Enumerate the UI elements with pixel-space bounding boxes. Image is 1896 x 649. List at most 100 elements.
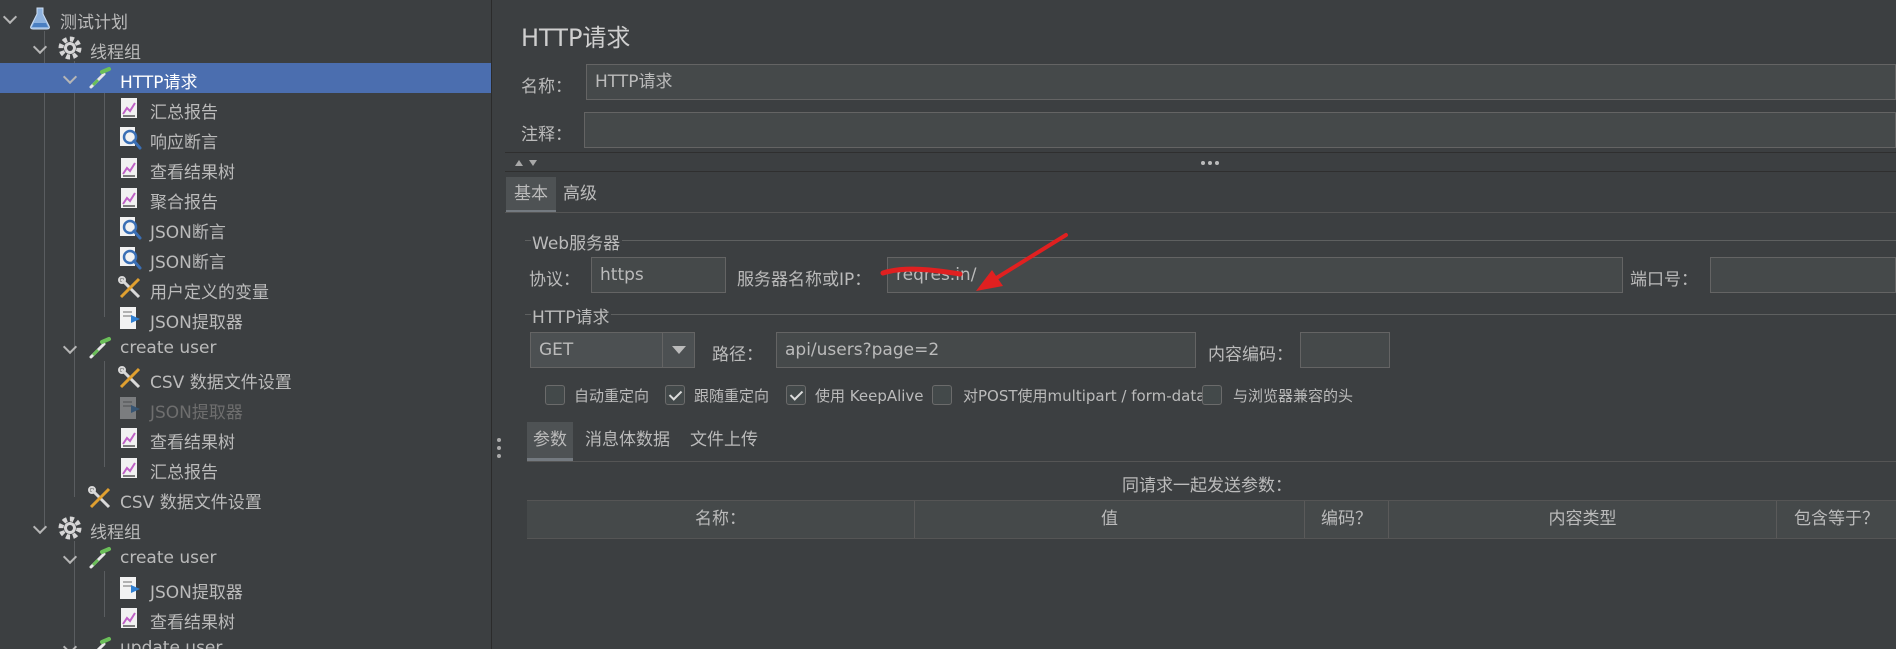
- chevron-down-icon: [672, 346, 686, 354]
- chart-icon: [117, 425, 143, 451]
- keepalive-checkbox[interactable]: [786, 385, 806, 405]
- tree-item[interactable]: 线程组: [0, 33, 491, 63]
- path-field[interactable]: api/users?page=2: [776, 332, 1196, 368]
- tree-item[interactable]: create user: [0, 543, 491, 573]
- tree-item[interactable]: 测试计划: [0, 3, 491, 33]
- tree-item[interactable]: HTTP请求: [0, 63, 491, 93]
- column-header-content-type[interactable]: 内容类型: [1389, 501, 1777, 538]
- tree-item[interactable]: CSV 数据文件设置: [0, 483, 491, 513]
- follow-redirect-checkbox[interactable]: [665, 385, 685, 405]
- chart-icon: [117, 455, 143, 481]
- http-request-group-title: HTTP请求: [532, 308, 610, 328]
- chevron-down-icon[interactable]: [62, 549, 78, 565]
- tree-item[interactable]: JSON提取器: [0, 573, 491, 603]
- wrench-icon: [117, 275, 143, 301]
- http-request-panel: HTTP请求 名称： HTTP请求 注释： 基本 高级 Web服务器 协议： h…: [505, 0, 1896, 649]
- params-caption: 同请求一起发送参数：: [1122, 476, 1292, 496]
- splitter-grip-dot: [497, 446, 501, 450]
- chevron-down-icon[interactable]: [32, 39, 48, 55]
- extractor-icon: [117, 395, 143, 421]
- dropper-icon: [87, 65, 113, 91]
- multipart-checkbox[interactable]: [932, 385, 952, 405]
- chevron-down-icon[interactable]: [62, 639, 78, 649]
- chevron-down-icon[interactable]: [62, 69, 78, 85]
- tree-item-label: 查看结果树: [150, 163, 235, 183]
- splitter-grip-dot: [497, 454, 501, 458]
- column-header-value[interactable]: 值: [915, 501, 1305, 538]
- tree-item[interactable]: JSON提取器: [0, 393, 491, 423]
- tree-item[interactable]: update user: [0, 633, 491, 649]
- splitter-grip-dot: [497, 438, 501, 442]
- tree-item-label: 汇总报告: [150, 463, 218, 483]
- port-field[interactable]: [1710, 257, 1896, 293]
- column-header-name[interactable]: 名称：: [527, 501, 915, 538]
- protocol-label: 协议：: [529, 270, 580, 290]
- tree-item-label: 聚合报告: [150, 193, 218, 213]
- flask-icon: [27, 5, 53, 31]
- comment-field[interactable]: [584, 112, 1896, 148]
- tab-file-upload[interactable]: 文件上传: [690, 422, 758, 461]
- tree-item[interactable]: JSON断言: [0, 243, 491, 273]
- tab-parameters[interactable]: 参数: [527, 422, 573, 461]
- tree-item[interactable]: 响应断言: [0, 123, 491, 153]
- tree-item-label: 汇总报告: [150, 103, 218, 123]
- tree-item-label: 查看结果树: [150, 433, 235, 453]
- web-server-group-title: Web服务器: [532, 234, 621, 254]
- extractor-icon: [117, 305, 143, 331]
- tree-item-label: HTTP请求: [120, 73, 198, 93]
- panel-splitter[interactable]: [491, 0, 505, 649]
- test-plan-tree[interactable]: 测试计划 线程组 HTTP请求 汇总报告 响应断言 查看结果树 聚合报告 JSON断言 JSON…: [0, 0, 491, 649]
- encoding-field[interactable]: [1300, 332, 1390, 368]
- drag-handle-icon[interactable]: [1200, 159, 1220, 167]
- tree-item-label: 响应断言: [150, 133, 218, 153]
- collapse-arrows-icon[interactable]: [513, 156, 543, 170]
- tab-body-data[interactable]: 消息体数据: [585, 422, 670, 461]
- group-border: [622, 240, 1896, 241]
- tree-item[interactable]: 汇总报告: [0, 453, 491, 483]
- magnifier-icon: [117, 125, 143, 151]
- server-field[interactable]: reqres.in/: [887, 257, 1623, 293]
- tree-item-label: create user: [120, 548, 217, 568]
- tree-item-label: 测试计划: [60, 13, 128, 33]
- tree-item[interactable]: CSV 数据文件设置: [0, 363, 491, 393]
- chevron-down-icon[interactable]: [62, 339, 78, 355]
- tree-item[interactable]: 查看结果树: [0, 423, 491, 453]
- tree-item[interactable]: JSON断言: [0, 213, 491, 243]
- dropper-icon: [87, 635, 113, 649]
- tree-item-label: update user: [120, 638, 223, 649]
- tree-item[interactable]: JSON提取器: [0, 303, 491, 333]
- chart-icon: [117, 155, 143, 181]
- chevron-down-icon[interactable]: [2, 9, 18, 25]
- tree-item[interactable]: 查看结果树: [0, 153, 491, 183]
- tree-item[interactable]: 汇总报告: [0, 93, 491, 123]
- tree-item-label: 用户定义的变量: [150, 283, 269, 303]
- comment-label: 注释：: [521, 125, 572, 145]
- column-header-encode[interactable]: 编码？: [1305, 501, 1389, 538]
- tree-item[interactable]: 线程组: [0, 513, 491, 543]
- tree-item[interactable]: 查看结果树: [0, 603, 491, 633]
- tree-item[interactable]: 聚合报告: [0, 183, 491, 213]
- magnifier-icon: [117, 245, 143, 271]
- browser-headers-checkbox[interactable]: [1202, 385, 1222, 405]
- tree-item[interactable]: create user: [0, 333, 491, 363]
- port-label: 端口号：: [1630, 270, 1698, 290]
- wrench-icon: [117, 365, 143, 391]
- chevron-down-icon[interactable]: [32, 519, 48, 535]
- protocol-field[interactable]: https: [591, 257, 726, 293]
- browser-headers-label: 与浏览器兼容的头: [1233, 387, 1354, 405]
- dropper-icon: [87, 335, 113, 361]
- method-dropdown-button[interactable]: [662, 333, 694, 367]
- params-table-header: 名称： 值 编码？ 内容类型 包含等于？: [527, 500, 1896, 539]
- auto-redirect-checkbox[interactable]: [545, 385, 565, 405]
- method-select[interactable]: GET: [530, 332, 695, 368]
- column-header-include-equals[interactable]: 包含等于？: [1777, 501, 1896, 538]
- name-field[interactable]: HTTP请求: [586, 64, 1896, 100]
- tab-divider: [505, 212, 1896, 213]
- tree-item-label: 线程组: [90, 43, 141, 63]
- tab-basic[interactable]: 基本: [506, 177, 556, 213]
- tree-item[interactable]: 用户定义的变量: [0, 273, 491, 303]
- tree-item-label: JSON断言: [150, 253, 226, 273]
- tree-item-label: 查看结果树: [150, 613, 235, 633]
- tab-advanced[interactable]: 高级: [563, 177, 597, 213]
- collapse-bar[interactable]: [505, 152, 1896, 172]
